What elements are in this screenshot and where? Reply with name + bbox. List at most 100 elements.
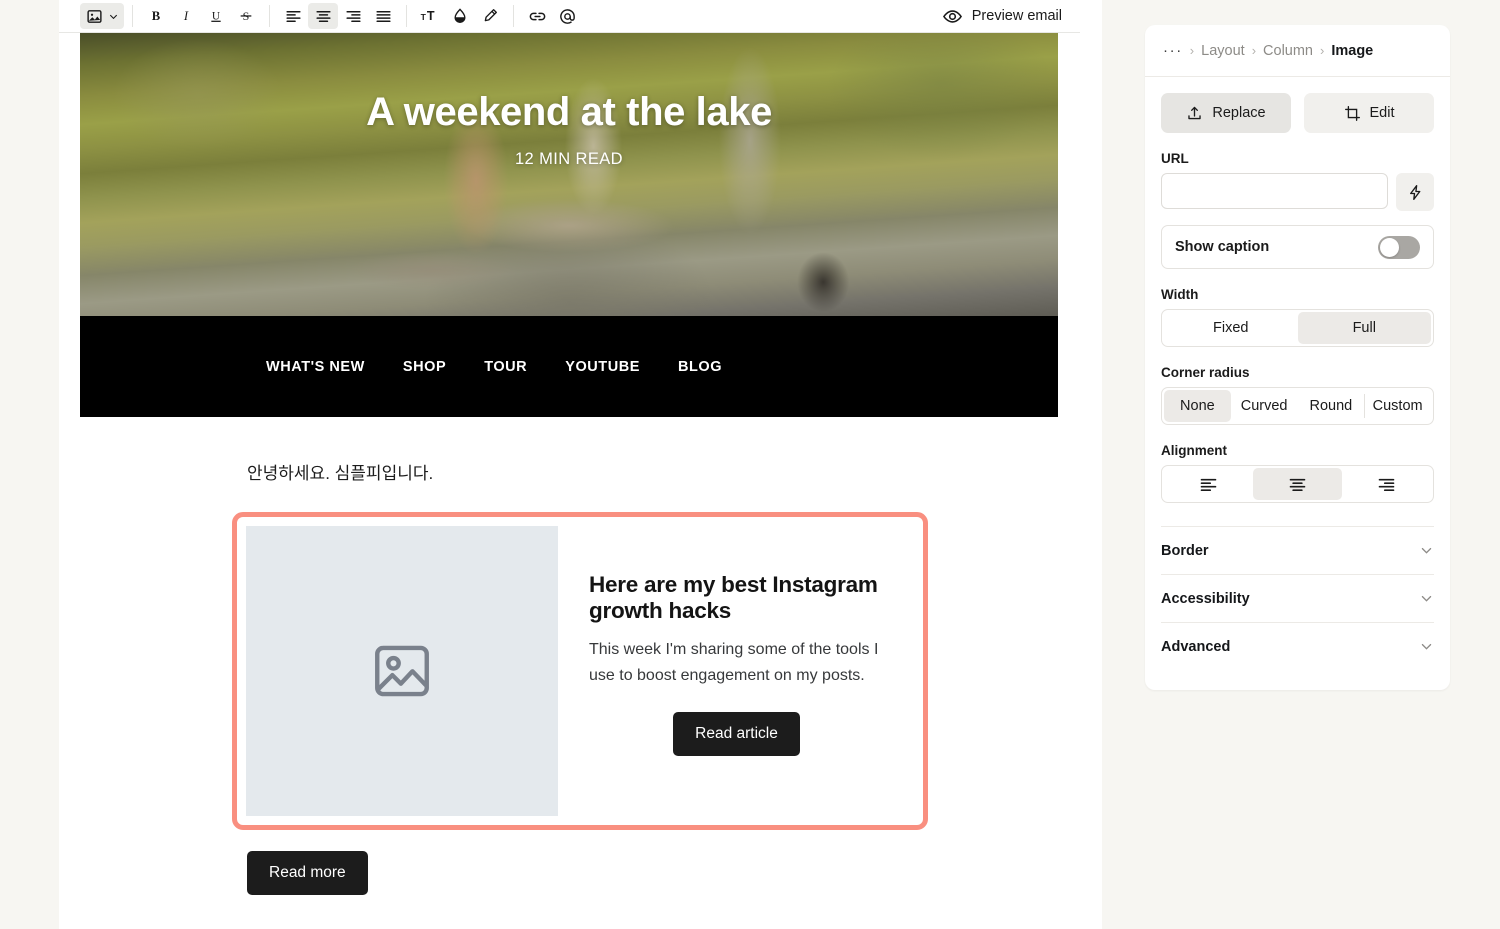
crop-icon — [1344, 105, 1360, 121]
canvas-panel-gap — [1080, 0, 1102, 929]
width-option-fixed[interactable]: Fixed — [1164, 312, 1298, 344]
toolbar-divider — [269, 5, 270, 27]
hero-photo — [80, 33, 1058, 316]
corner-radius-label: Corner radius — [1161, 365, 1250, 380]
inspector-column: ··· › Layout › Column › Image Replace Ed… — [1102, 0, 1500, 929]
show-caption-toggle[interactable] — [1378, 235, 1420, 259]
svg-text:B: B — [152, 9, 161, 23]
link-button[interactable] — [522, 3, 552, 29]
corner-radius-option-custom[interactable]: Custom — [1364, 390, 1431, 422]
hero-title: A weekend at the lake — [366, 90, 772, 134]
url-input[interactable] — [1161, 173, 1388, 209]
alignment-option-right[interactable] — [1342, 468, 1431, 500]
align-justify-icon — [375, 10, 391, 22]
nav-link-whats-new[interactable]: WHAT'S NEW — [266, 359, 365, 375]
bold-button[interactable]: B — [141, 3, 171, 29]
chevron-down-icon — [1421, 595, 1432, 602]
section-advanced-label: Advanced — [1161, 638, 1231, 655]
block-type-image-dropdown[interactable] — [80, 3, 124, 29]
replace-button-label: Replace — [1212, 105, 1266, 121]
svg-text:I: I — [183, 9, 189, 23]
align-center-button[interactable] — [308, 3, 338, 29]
nav-link-shop[interactable]: SHOP — [403, 359, 446, 375]
text-color-icon — [454, 8, 466, 23]
feature-heading[interactable]: Here are my best Instagram growth hacks — [589, 572, 879, 625]
link-icon — [529, 12, 545, 20]
align-center-icon — [1289, 478, 1306, 491]
email-editor-app: B I U S T T Preview email A weekend at t… — [0, 0, 1500, 929]
alignment-option-left[interactable] — [1164, 468, 1253, 500]
nav-link-tour[interactable]: TOUR — [484, 359, 527, 375]
align-right-icon — [345, 10, 361, 22]
read-article-button[interactable]: Read article — [673, 712, 800, 757]
image-placeholder[interactable] — [246, 525, 558, 816]
font-size-button[interactable]: T T — [415, 3, 445, 29]
highlighter-button[interactable] — [475, 3, 505, 29]
feature-cta-row: Read article — [589, 712, 892, 757]
url-row — [1161, 173, 1434, 211]
preview-email-label: Preview email — [971, 8, 1062, 24]
edit-button-label: Edit — [1369, 105, 1395, 121]
breadcrumb: ··· › Layout › Column › Image — [1145, 25, 1450, 77]
alignment-option-center[interactable] — [1253, 468, 1342, 500]
width-option-full[interactable]: Full — [1297, 312, 1431, 344]
breadcrumb-overflow-button[interactable]: ··· — [1163, 43, 1183, 58]
underline-button[interactable]: U — [201, 3, 231, 29]
image-icon — [86, 9, 102, 23]
toggle-knob — [1380, 237, 1399, 257]
align-left-icon — [285, 10, 301, 22]
hero-subtitle: 12 MIN READ — [514, 150, 623, 168]
align-right-button[interactable] — [338, 3, 368, 29]
section-border[interactable]: Border — [1161, 526, 1434, 574]
corner-radius-option-round[interactable]: Round — [1298, 390, 1365, 422]
feature-paragraph[interactable]: This week I'm sharing some of the tools … — [589, 637, 881, 691]
replace-button[interactable]: Replace — [1161, 93, 1291, 133]
breadcrumb-item-column[interactable]: Column — [1263, 43, 1313, 59]
toolbar-divider — [132, 5, 133, 27]
align-left-button[interactable] — [278, 3, 308, 29]
hero-banner[interactable]: A weekend at the lake 12 MIN READ — [80, 33, 1058, 316]
edit-button[interactable]: Edit — [1304, 93, 1434, 133]
chevron-down-icon — [1421, 643, 1432, 650]
toolbar-block-group — [80, 0, 124, 33]
feature-text-column: Here are my best Instagram growth hacks … — [558, 526, 914, 816]
strikethrough-icon: S — [240, 9, 252, 23]
email-canvas[interactable]: A weekend at the lake 12 MIN READ WHAT'S… — [80, 33, 1058, 929]
section-advanced[interactable]: Advanced — [1161, 622, 1434, 670]
nav-link-youtube[interactable]: YOUTUBE — [565, 359, 640, 375]
nav-link-blog[interactable]: BLOG — [678, 359, 722, 375]
url-merge-tag-button[interactable] — [1396, 173, 1434, 211]
breadcrumb-separator: › — [1251, 43, 1257, 58]
breadcrumb-item-layout[interactable]: Layout — [1201, 43, 1245, 59]
toolbar-typography-group: T T — [415, 0, 505, 33]
image-placeholder-icon — [375, 645, 429, 696]
greeting-text[interactable]: 안녕하세요. 심플피입니다. — [247, 461, 1058, 487]
svg-text:T: T — [427, 9, 435, 23]
read-more-button[interactable]: Read more — [247, 850, 368, 895]
email-body: 안녕하세요. 심플피입니다. Here are my best Instagra… — [80, 417, 1058, 895]
corner-radius-option-none[interactable]: None — [1164, 390, 1231, 422]
svg-text:T: T — [421, 12, 427, 22]
align-left-icon — [1200, 478, 1217, 491]
align-center-icon — [315, 10, 331, 22]
corner-radius-option-curved[interactable]: Curved — [1231, 390, 1298, 422]
section-accessibility[interactable]: Accessibility — [1161, 574, 1434, 622]
selected-image-block[interactable]: Here are my best Instagram growth hacks … — [232, 511, 928, 830]
section-accessibility-label: Accessibility — [1161, 590, 1250, 607]
bold-icon: B — [152, 9, 161, 23]
strikethrough-button[interactable]: S — [231, 3, 261, 29]
show-caption-row[interactable]: Show caption — [1161, 225, 1434, 269]
chevron-down-icon — [109, 14, 117, 19]
text-color-button[interactable] — [445, 3, 475, 29]
preview-email-button[interactable]: Preview email — [936, 2, 1068, 31]
italic-icon: I — [183, 9, 189, 23]
upload-icon — [1188, 106, 1202, 119]
breadcrumb-separator: › — [1320, 43, 1325, 58]
alignment-segmented-control — [1161, 465, 1434, 503]
mention-button[interactable] — [552, 3, 582, 29]
align-justify-button[interactable] — [368, 3, 398, 29]
italic-button[interactable]: I — [171, 3, 201, 29]
toolbar-text-style-group: B I U S — [141, 0, 261, 33]
toolbar-divider — [406, 5, 407, 27]
collapsible-sections: Border Accessibility Advanced — [1161, 526, 1434, 670]
